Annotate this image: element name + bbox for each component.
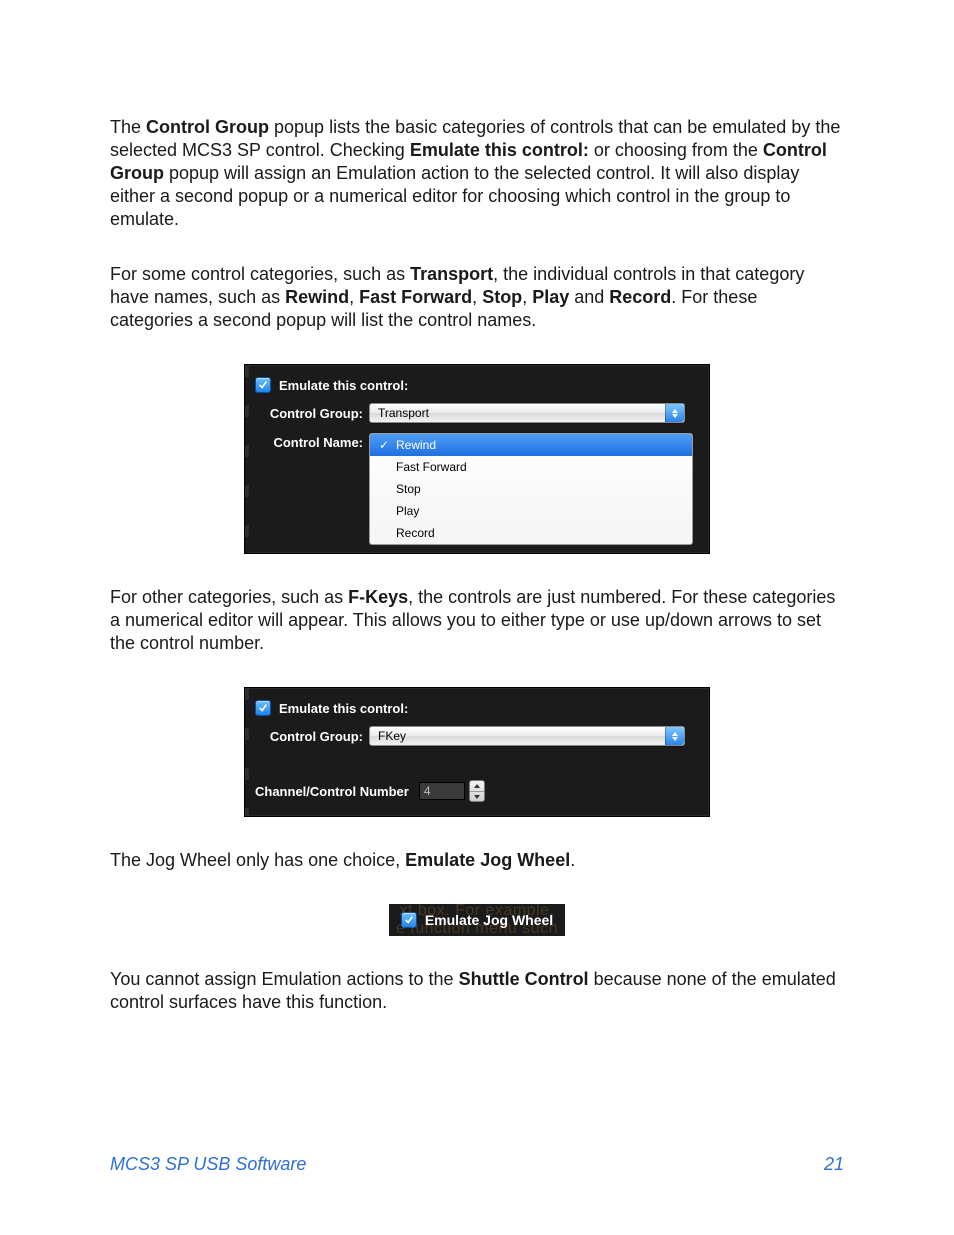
channel-control-number-value: 4	[424, 784, 431, 798]
check-icon	[258, 380, 268, 390]
chevron-up-icon	[474, 784, 480, 788]
text: The	[110, 117, 146, 137]
channel-control-number-label: Channel/Control Number	[255, 784, 409, 799]
emulate-this-control-checkbox[interactable]	[255, 700, 271, 716]
control-group-value: FKey	[378, 729, 406, 743]
bold-text: Control Group	[146, 117, 269, 137]
control-group-label: Control Group:	[255, 729, 369, 744]
control-name-select-open[interactable]: ✓ Rewind Fast Forward Stop Play Record	[369, 433, 693, 545]
bold-text: Emulate this control:	[410, 140, 589, 160]
chevron-updown-icon	[665, 727, 684, 745]
option-label: Record	[396, 526, 435, 540]
text: ,	[522, 287, 532, 307]
text: or choosing from the	[589, 140, 763, 160]
control-group-select[interactable]: FKey	[369, 726, 685, 746]
paragraph-control-group: The Control Group popup lists the basic …	[110, 116, 844, 231]
paragraph-jog-wheel: The Jog Wheel only has one choice, Emula…	[110, 849, 844, 872]
text: For other categories, such as	[110, 587, 348, 607]
option-fast-forward[interactable]: Fast Forward	[370, 456, 692, 478]
paragraph-fkeys: For other categories, such as F-Keys, th…	[110, 586, 844, 655]
option-play[interactable]: Play	[370, 500, 692, 522]
bold-text: Rewind	[285, 287, 349, 307]
option-label: Play	[396, 504, 419, 518]
option-record[interactable]: Record	[370, 522, 692, 544]
figure-transport-panel: Emulate this control: Control Group: Tra…	[110, 364, 844, 554]
option-label: Rewind	[396, 438, 436, 452]
text: and	[569, 287, 609, 307]
emulate-this-control-label: Emulate this control:	[279, 378, 408, 393]
bold-text: Transport	[410, 264, 493, 284]
option-label: Stop	[396, 482, 421, 496]
paragraph-shuttle-control: You cannot assign Emulation actions to t…	[110, 968, 844, 1014]
text: popup will assign an Emulation action to…	[110, 163, 799, 229]
emulate-jog-wheel-label: Emulate Jog Wheel	[425, 912, 553, 928]
stepper-down[interactable]	[470, 791, 484, 802]
check-icon	[258, 703, 268, 713]
option-label: Fast Forward	[396, 460, 467, 474]
option-stop[interactable]: Stop	[370, 478, 692, 500]
footer-page-number: 21	[824, 1154, 844, 1175]
chevron-updown-icon	[665, 404, 684, 422]
text: ,	[472, 287, 482, 307]
check-icon: ✓	[378, 436, 390, 454]
text: For some control categories, such as	[110, 264, 410, 284]
chevron-down-icon	[474, 795, 480, 799]
option-rewind[interactable]: ✓ Rewind	[370, 434, 692, 456]
stepper-up[interactable]	[470, 781, 484, 791]
channel-control-number-stepper[interactable]	[469, 780, 485, 802]
check-icon	[404, 915, 414, 925]
emulate-this-control-label: Emulate this control:	[279, 701, 408, 716]
bold-text: F-Keys	[348, 587, 408, 607]
bold-text: Record	[609, 287, 671, 307]
bold-text: Play	[532, 287, 569, 307]
control-name-label: Control Name:	[255, 433, 369, 450]
footer-title: MCS3 SP USB Software	[110, 1154, 306, 1175]
control-group-value: Transport	[378, 406, 429, 420]
bold-text: Fast Forward	[359, 287, 472, 307]
figure-jog-wheel-chip: xt box. For example, e function menu suc…	[110, 904, 844, 936]
control-group-select[interactable]: Transport	[369, 403, 685, 423]
text: The Jog Wheel only has one choice,	[110, 850, 405, 870]
emulate-jog-wheel-checkbox[interactable]	[401, 912, 417, 928]
bold-text: Shuttle Control	[459, 969, 589, 989]
figure-fkey-panel: Emulate this control: Control Group: FKe…	[110, 687, 844, 817]
text: You cannot assign Emulation actions to t…	[110, 969, 459, 989]
control-group-label: Control Group:	[255, 406, 369, 421]
bold-text: Emulate Jog Wheel	[405, 850, 570, 870]
channel-control-number-input[interactable]: 4	[419, 782, 465, 800]
bold-text: Stop	[482, 287, 522, 307]
emulate-this-control-checkbox[interactable]	[255, 377, 271, 393]
page-footer: MCS3 SP USB Software 21	[110, 1154, 844, 1175]
text: ,	[349, 287, 359, 307]
text: .	[570, 850, 575, 870]
paragraph-transport-names: For some control categories, such as Tra…	[110, 263, 844, 332]
